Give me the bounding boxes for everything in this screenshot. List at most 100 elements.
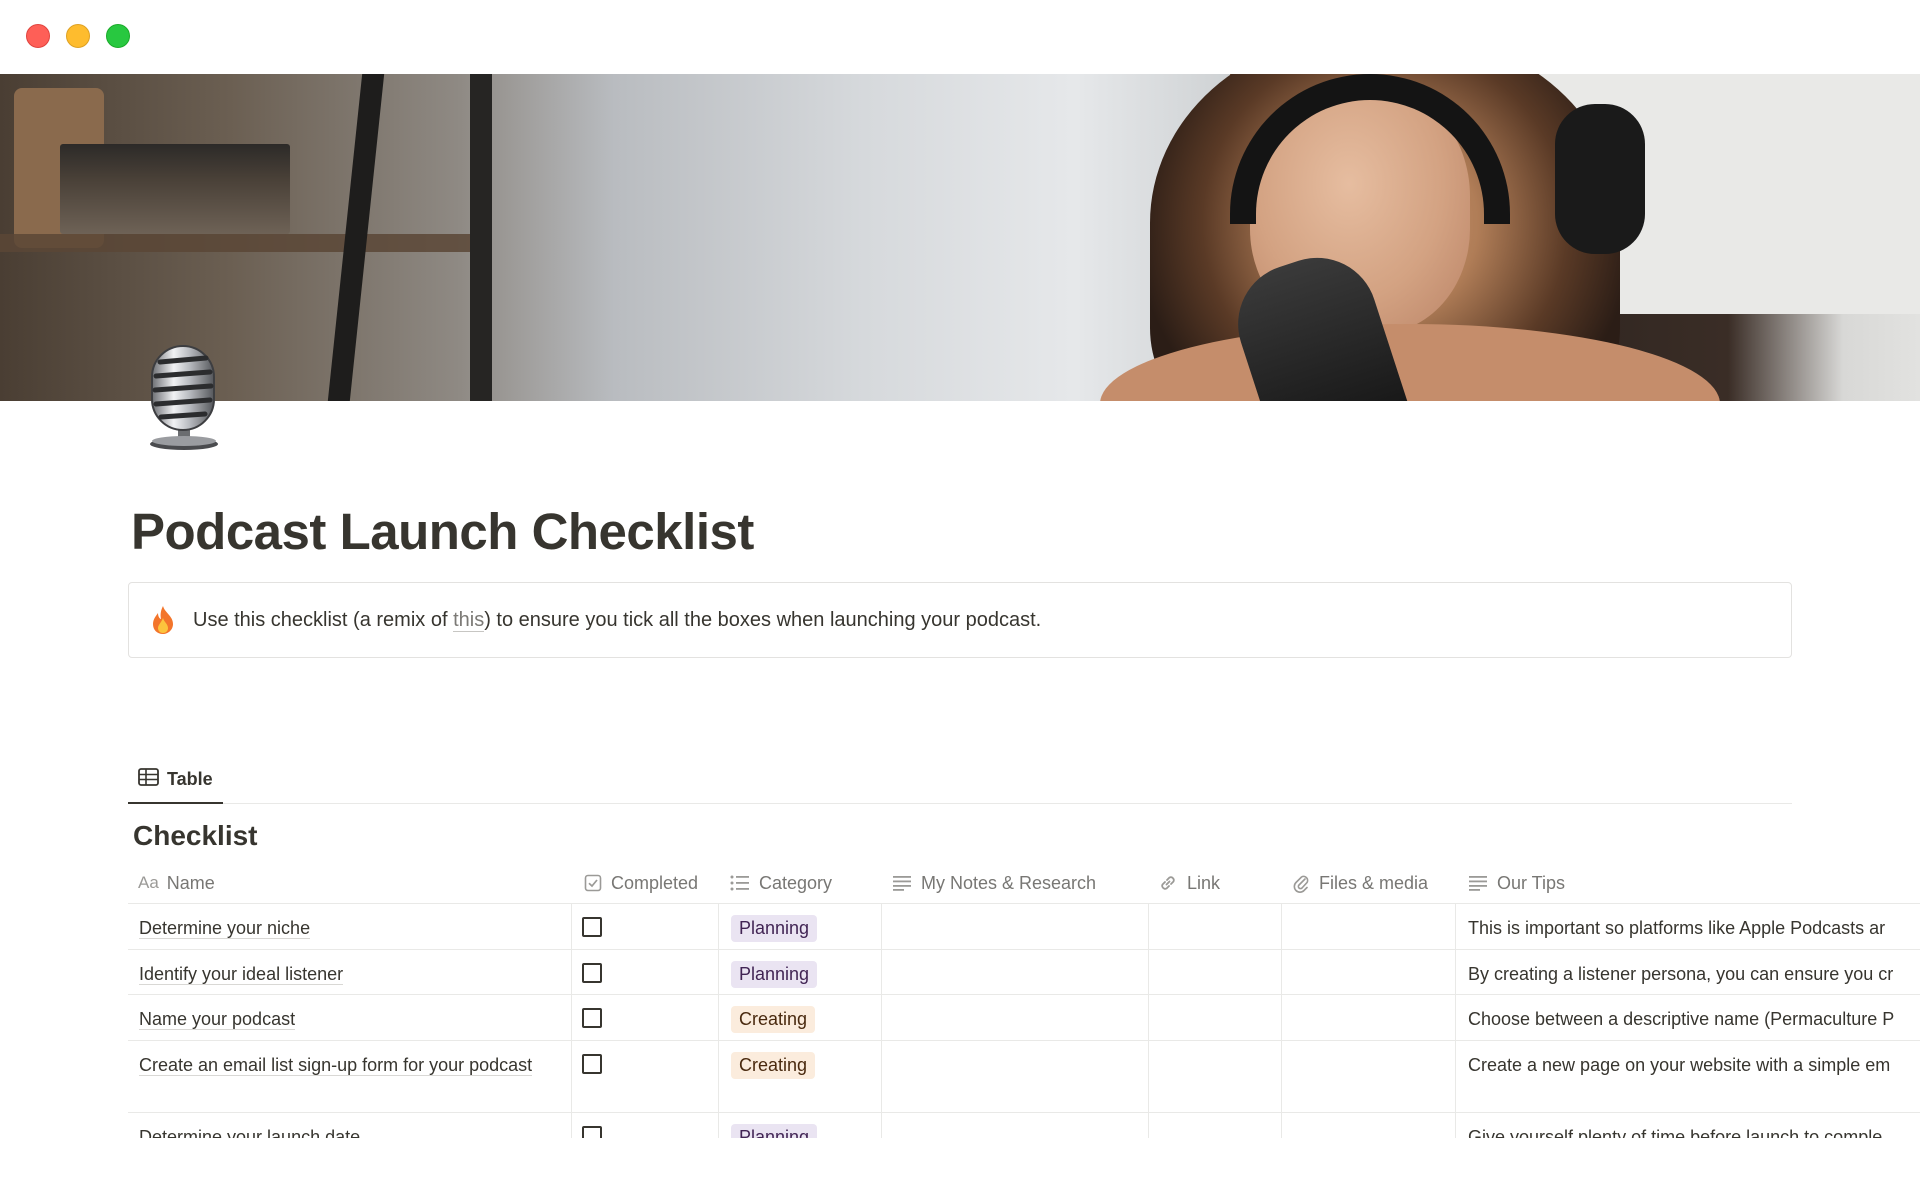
checklist-table: Aa Name Completed Category My Notes & Re… (128, 862, 1920, 1138)
row-name: Name your podcast (139, 1009, 296, 1030)
microphone-icon[interactable] (140, 340, 230, 452)
completed-checkbox[interactable] (582, 963, 602, 983)
list-icon (730, 875, 750, 891)
tab-table[interactable]: Table (128, 756, 223, 804)
table-icon (138, 767, 159, 791)
close-window-button[interactable] (26, 24, 50, 48)
cell-tips[interactable]: Choose between a descriptive name (Perma… (1455, 995, 1920, 1040)
callout-link[interactable]: this (453, 608, 485, 632)
text-type-icon: Aa (138, 873, 159, 892)
column-header-label: Files & media (1319, 872, 1429, 893)
cell-files[interactable] (1281, 904, 1455, 949)
completed-checkbox[interactable] (582, 917, 602, 937)
window-titlebar (0, 0, 1920, 74)
cover-shelf (0, 234, 480, 252)
row-name: Determine your launch date (139, 1123, 569, 1138)
cell-tips[interactable]: By creating a listener persona, you can … (1455, 950, 1920, 994)
cover-headphone-cup (1555, 104, 1645, 254)
column-header-category[interactable]: Category (730, 862, 832, 904)
cell-name[interactable]: Determine your niche (128, 904, 571, 949)
table-row[interactable]: Identify your ideal listener Planning By… (128, 950, 1920, 995)
column-header-files[interactable]: Files & media (1292, 862, 1428, 904)
category-tag: Creating (731, 1006, 816, 1033)
column-header-label: Link (1187, 872, 1221, 893)
column-header-label: Category (759, 872, 833, 893)
column-header-label: Name (166, 872, 215, 893)
row-tip: Choose between a descriptive name (Perma… (1468, 1009, 1895, 1029)
text-lines-icon (1468, 875, 1488, 891)
table-header: Aa Name Completed Category My Notes & Re… (128, 862, 1920, 904)
column-header-label: Completed (611, 872, 699, 893)
category-tag: Planning (731, 915, 818, 942)
row-name: Create an email list sign-up form for yo… (139, 1055, 533, 1076)
table-row[interactable]: Determine your niche Planning This is im… (128, 904, 1920, 950)
callout-block[interactable]: Use this checklist (a remix of this) to … (128, 582, 1792, 658)
cell-files[interactable] (1281, 1041, 1455, 1112)
column-header-link[interactable]: Link (1158, 862, 1220, 904)
cell-link[interactable] (1148, 950, 1281, 994)
cell-notes[interactable] (881, 1041, 1148, 1112)
row-tip: Give yourself plenty of time before laun… (1468, 1127, 1883, 1138)
cell-tips[interactable]: This is important so platforms like Appl… (1455, 904, 1920, 949)
cell-notes[interactable] (881, 1113, 1148, 1138)
cell-link[interactable] (1148, 1041, 1281, 1112)
cover-books (60, 144, 290, 234)
row-name: Identify your ideal listener (139, 964, 344, 985)
cell-link[interactable] (1148, 904, 1281, 949)
row-name: Determine your niche (139, 918, 311, 939)
column-header-completed[interactable]: Completed (584, 862, 698, 904)
cell-completed[interactable] (571, 1113, 718, 1138)
cell-category[interactable]: Planning (718, 904, 881, 949)
callout-text: Use this checklist (a remix of this) to … (193, 608, 1042, 632)
row-tip: Create a new page on your website with a… (1468, 1055, 1891, 1075)
fire-icon (147, 604, 179, 636)
cell-files[interactable] (1281, 1113, 1455, 1138)
column-header-name[interactable]: Aa Name (138, 862, 215, 904)
callout-text-before: Use this checklist (a remix of (193, 608, 454, 631)
category-tag: Planning (731, 961, 818, 988)
view-tabs: Table (128, 756, 1792, 804)
table-row[interactable]: Create an email list sign-up form for yo… (128, 1041, 1920, 1113)
completed-checkbox[interactable] (582, 1054, 602, 1074)
cell-category[interactable]: Creating (718, 1041, 881, 1112)
zoom-window-button[interactable] (106, 24, 130, 48)
cover-image[interactable] (0, 74, 1920, 401)
cell-files[interactable] (1281, 950, 1455, 994)
cell-name[interactable]: Create an email list sign-up form for yo… (128, 1041, 571, 1112)
cell-name[interactable]: Identify your ideal listener (128, 950, 571, 994)
row-tip: By creating a listener persona, you can … (1468, 964, 1894, 984)
cell-category[interactable]: Planning (718, 1113, 881, 1138)
cell-link[interactable] (1148, 995, 1281, 1040)
minimize-window-button[interactable] (66, 24, 90, 48)
link-icon (1158, 873, 1178, 893)
table-row[interactable]: Name your podcast Creating Choose betwee… (128, 995, 1920, 1041)
cell-tips[interactable]: Give yourself plenty of time before laun… (1455, 1113, 1920, 1138)
cell-completed[interactable] (571, 904, 718, 949)
cell-files[interactable] (1281, 995, 1455, 1040)
column-header-notes[interactable]: My Notes & Research (892, 862, 1096, 904)
completed-checkbox[interactable] (582, 1008, 602, 1028)
completed-checkbox[interactable] (582, 1126, 602, 1138)
cell-notes[interactable] (881, 950, 1148, 994)
page-title[interactable]: Podcast Launch Checklist (131, 500, 754, 564)
cell-notes[interactable] (881, 995, 1148, 1040)
checkbox-property-icon (584, 874, 602, 892)
cell-name[interactable]: Determine your launch date (128, 1113, 571, 1138)
cover-shelf-post (470, 74, 492, 401)
column-header-tips[interactable]: Our Tips (1468, 862, 1565, 904)
callout-text-after: ) to ensure you tick all the boxes when … (484, 608, 1042, 631)
paperclip-icon (1292, 873, 1310, 893)
cell-completed[interactable] (571, 1041, 718, 1112)
cell-link[interactable] (1148, 1113, 1281, 1138)
cell-notes[interactable] (881, 904, 1148, 949)
cell-completed[interactable] (571, 950, 718, 994)
cell-tips[interactable]: Create a new page on your website with a… (1455, 1041, 1920, 1112)
database-title[interactable]: Checklist (133, 820, 258, 852)
category-tag: Planning (731, 1124, 818, 1138)
cell-name[interactable]: Name your podcast (128, 995, 571, 1040)
cell-completed[interactable] (571, 995, 718, 1040)
cell-category[interactable]: Planning (718, 950, 881, 994)
table-row[interactable]: Determine your launch date Planning Give… (128, 1113, 1920, 1138)
text-lines-icon (892, 875, 912, 891)
cell-category[interactable]: Creating (718, 995, 881, 1040)
